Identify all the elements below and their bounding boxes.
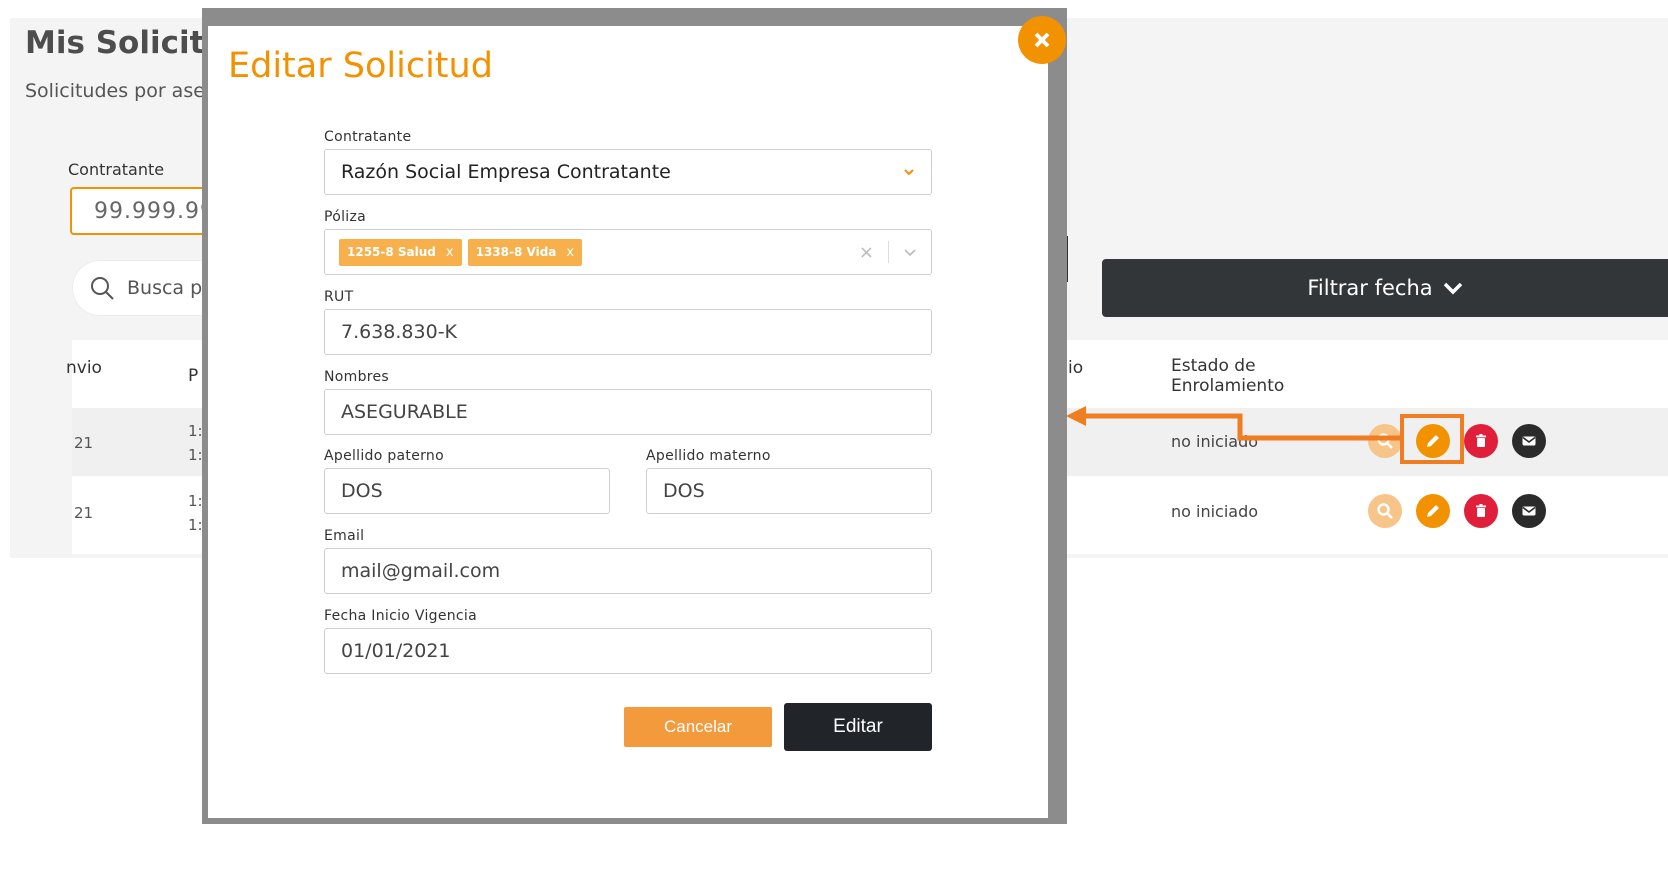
- remove-tag-icon[interactable]: x: [446, 245, 454, 260]
- edit-request-modal: Editar Solicitud Contratante Razón Socia…: [208, 26, 1048, 818]
- chevron-down-icon: [1443, 282, 1462, 295]
- apellido-paterno-input[interactable]: DOS: [324, 468, 610, 514]
- filter-date-label: Filtrar fecha: [1307, 276, 1433, 300]
- poliza-multiselect[interactable]: 1255-8 Salud x 1338-8 Vida x ×: [324, 229, 932, 275]
- poliza-tag-label: 1338-8 Vida: [475, 245, 557, 259]
- magnifier-icon: [1377, 503, 1393, 519]
- delete-button[interactable]: [1464, 424, 1498, 458]
- callout-arrow: [1066, 406, 1404, 441]
- apellido-paterno-field-label: Apellido paterno: [324, 448, 444, 464]
- poliza-tag-label: 1255-8 Salud: [347, 245, 436, 259]
- column-header-p: P: [188, 366, 199, 386]
- cancel-button[interactable]: Cancelar: [624, 707, 772, 747]
- rut-field-label: RUT: [324, 289, 354, 305]
- page-title: Mis Solicit: [25, 25, 205, 61]
- column-header-estado: Estado de Enrolamiento: [1171, 356, 1285, 396]
- poliza-tag: 1255-8 Salud x: [339, 238, 462, 266]
- close-icon: [1034, 32, 1050, 48]
- close-modal-button[interactable]: [1018, 16, 1066, 64]
- poliza-tag: 1338-8 Vida x: [467, 238, 583, 266]
- row-p-bottom: 1:: [188, 516, 203, 534]
- email-field-label: Email: [324, 528, 365, 544]
- fecha-inicio-field-label: Fecha Inicio Vigencia: [324, 608, 477, 624]
- rut-input[interactable]: 7.638.830-K: [324, 309, 932, 355]
- contratante-field-label: Contratante: [324, 129, 412, 145]
- view-button[interactable]: [1368, 494, 1402, 528]
- row-actions: [1368, 494, 1546, 528]
- send-email-button[interactable]: [1512, 494, 1546, 528]
- contratante-label: Contratante: [68, 160, 165, 179]
- nombres-input[interactable]: ASEGURABLE: [324, 389, 932, 435]
- row-date: 21: [74, 504, 94, 522]
- edit-button[interactable]: [1416, 494, 1450, 528]
- chevron-down-icon: [904, 169, 914, 176]
- row-date: 21: [74, 434, 94, 452]
- contratante-select-value: Razón Social Empresa Contratante: [341, 161, 671, 183]
- trash-icon: [1476, 434, 1486, 447]
- delete-button[interactable]: [1464, 494, 1498, 528]
- nombres-field-label: Nombres: [324, 369, 390, 385]
- remove-tag-icon[interactable]: x: [566, 245, 574, 260]
- status-text: no iniciado: [1171, 502, 1259, 521]
- filter-date-button[interactable]: Filtrar fecha: [1102, 259, 1668, 317]
- trash-icon: [1476, 504, 1486, 517]
- row-p-top: 1:: [188, 422, 203, 440]
- edit-submit-button[interactable]: Editar: [784, 703, 932, 751]
- contratante-select[interactable]: Razón Social Empresa Contratante: [324, 149, 932, 195]
- pencil-icon: [1427, 505, 1439, 517]
- apellido-materno-input[interactable]: DOS: [646, 468, 932, 514]
- divider: [888, 241, 889, 263]
- poliza-field-label: Póliza: [324, 209, 367, 225]
- clear-icon[interactable]: ×: [859, 242, 874, 263]
- page-subtitle: Solicitudes por ase: [25, 80, 205, 102]
- column-header-fecha-envio: io: [1068, 358, 1084, 378]
- apellido-materno-field-label: Apellido materno: [646, 448, 771, 464]
- poliza-tags: 1255-8 Salud x 1338-8 Vida x: [339, 238, 859, 266]
- row-p-top: 1:: [188, 492, 203, 510]
- modal-title: Editar Solicitud: [228, 46, 493, 86]
- email-input[interactable]: mail@gmail.com: [324, 548, 932, 594]
- row-p-bottom: 1:: [188, 446, 203, 464]
- chevron-down-icon[interactable]: [903, 247, 917, 257]
- search-icon: [91, 277, 114, 300]
- envelope-icon: [1522, 506, 1536, 516]
- multiselect-controls: ×: [859, 241, 917, 263]
- column-header-envio: nvio: [66, 358, 102, 378]
- send-email-button[interactable]: [1512, 424, 1546, 458]
- envelope-icon: [1522, 436, 1536, 446]
- search-placeholder: Busca p: [127, 277, 203, 299]
- fecha-inicio-input[interactable]: 01/01/2021: [324, 628, 932, 674]
